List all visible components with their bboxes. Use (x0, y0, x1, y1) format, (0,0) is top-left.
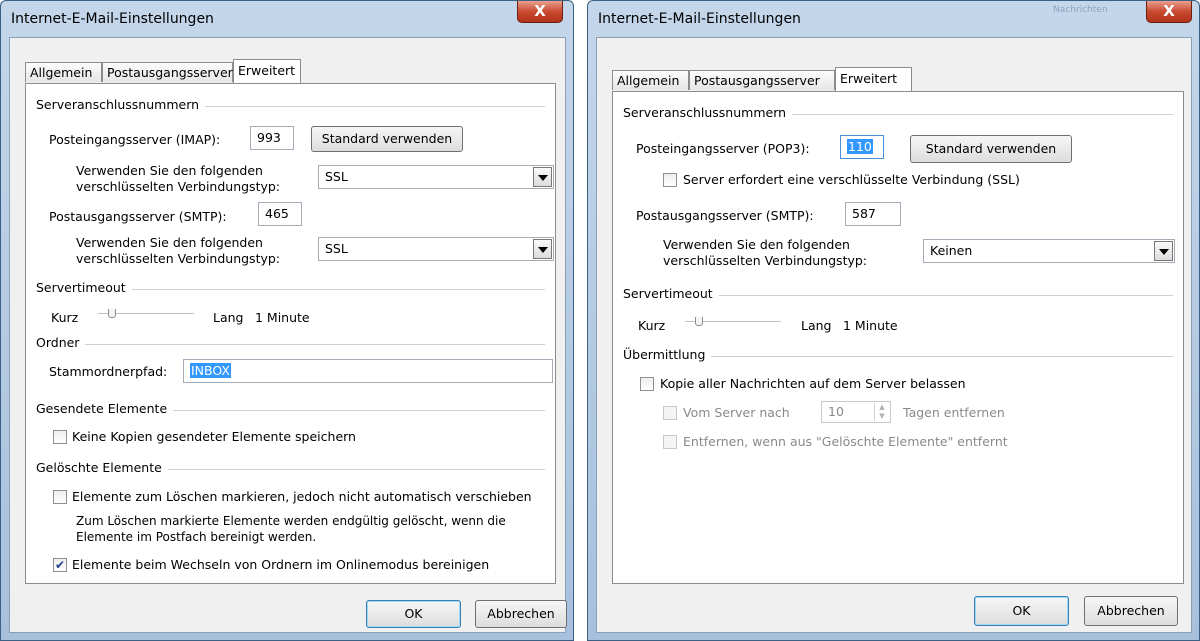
right-timeout-group: Servertimeout (623, 286, 1173, 302)
right-remove-deleted-label: Entfernen, wenn aus "Gelöschte Elemente"… (683, 434, 1008, 449)
left-folder-group: Ordner (36, 335, 545, 351)
right-timeout-long: Lang (801, 318, 832, 333)
right-outgoing-label: Postausgangsserver (SMTP): (636, 208, 814, 223)
left-root-path-input[interactable]: INBOX (183, 359, 553, 383)
left-root-path-value: INBOX (190, 363, 231, 378)
left-outgoing-enc-label-2: verschlüsselten Verbindungstyp: (76, 251, 281, 266)
right-incoming-port-value: 110 (847, 139, 873, 154)
right-tab-erweitert[interactable]: Erweitert (835, 67, 912, 91)
left-incoming-enc-label-1: Verwenden Sie den folgenden (76, 163, 263, 178)
right-days-value: 10 (828, 404, 844, 419)
left-ok-button[interactable]: OK (366, 600, 461, 628)
left-incoming-enc-value: SSL (325, 169, 348, 184)
right-incoming-port-input[interactable]: 110 (840, 135, 884, 159)
right-keep-copy-label[interactable]: Kopie aller Nachrichten auf dem Server b… (660, 376, 966, 391)
left-title: Internet-E-Mail-Einstellungen (11, 11, 214, 27)
right-panel: Serveranschlussnummern Posteingangsserve… (612, 91, 1184, 584)
right-dialog: Internet-E-Mail-Einstellungen Nachrichte… (587, 0, 1200, 641)
left-tab-postausgangsserver[interactable]: Postausgangsserver (102, 62, 233, 82)
right-ssl-checkbox[interactable] (663, 173, 677, 187)
left-slider-thumb[interactable] (108, 309, 116, 318)
right-outgoing-enc-select[interactable]: Keinen (923, 239, 1175, 263)
left-outgoing-enc-select[interactable]: SSL (318, 237, 554, 261)
left-timeout-long: Lang (213, 310, 244, 325)
left-incoming-enc-select[interactable]: SSL (318, 165, 554, 189)
right-ok-button[interactable]: OK (974, 596, 1069, 626)
left-purge-checkbox[interactable]: ✔ (53, 558, 67, 572)
chevron-down-icon[interactable] (533, 167, 552, 187)
spin-arrows-icon[interactable]: ▲ ▼ (874, 403, 889, 421)
right-enc-label-2: verschlüsselten Verbindungstyp: (663, 253, 868, 268)
left-standard-button[interactable]: Standard verwenden (311, 126, 463, 152)
left-incoming-port-input[interactable]: 993 (250, 126, 294, 150)
left-deleted-group: Gelöschte Elemente (36, 460, 545, 476)
right-timeout-short: Kurz (638, 318, 666, 333)
left-sent-label[interactable]: Keine Kopien gesendeter Elemente speiche… (72, 429, 356, 444)
left-incoming-label: Posteingangsserver (IMAP): (49, 132, 221, 147)
right-remove-deleted-checkbox[interactable] (663, 435, 677, 449)
left-deleted-checkbox[interactable] (53, 490, 67, 504)
right-ssl-label[interactable]: Server erfordert eine verschlüsselte Ver… (683, 172, 1020, 187)
right-tab-postausgangsserver[interactable]: Postausgangsserver (689, 70, 835, 90)
left-client: Allgemein Postausgangsserver Erweitert S… (9, 37, 567, 633)
right-standard-button[interactable]: Standard verwenden (910, 135, 1072, 163)
left-outgoing-label: Postausgangsserver (SMTP): (49, 209, 227, 224)
right-slider-thumb[interactable] (695, 317, 703, 326)
left-ports-group: Serveranschlussnummern (36, 97, 545, 113)
left-deleted-note-2: Elemente im Postfach bereinigt werden. (76, 530, 317, 544)
left-outgoing-port-input[interactable]: 465 (258, 202, 302, 226)
right-ghost-caption: Nachrichten (1053, 5, 1108, 15)
right-outgoing-enc-value: Keinen (930, 243, 973, 258)
right-timeout-value: 1 Minute (843, 318, 898, 333)
left-dialog: Internet-E-Mail-Einstellungen X Allgemei… (0, 0, 574, 641)
right-enc-label-1: Verwenden Sie den folgenden (663, 237, 850, 252)
right-remove-after-checkbox[interactable] (663, 406, 677, 420)
right-days-spinner[interactable]: 10 ▲ ▼ (821, 401, 891, 423)
right-keep-copy-checkbox[interactable] (640, 377, 654, 391)
right-cancel-button[interactable]: Abbrechen (1084, 596, 1178, 626)
right-close-button[interactable]: X (1146, 1, 1192, 23)
left-tab-allgemein[interactable]: Allgemein (25, 62, 102, 82)
left-timeout-value: 1 Minute (255, 310, 310, 325)
left-outgoing-enc-value: SSL (325, 241, 348, 256)
left-timeout-slider[interactable] (98, 309, 194, 319)
left-purge-label[interactable]: Elemente beim Wechseln von Ordnern im On… (72, 557, 489, 572)
left-timeout-group: Servertimeout (36, 280, 545, 296)
left-sent-checkbox[interactable] (53, 430, 67, 444)
right-titlebar: Internet-E-Mail-Einstellungen Nachrichte… (588, 1, 1199, 37)
right-ports-group: Serveranschlussnummern (623, 105, 1173, 121)
left-close-button[interactable]: X (517, 1, 563, 23)
right-tab-allgemein[interactable]: Allgemein (612, 70, 689, 90)
left-panel: Serveranschlussnummern Posteingangsserve… (25, 83, 556, 584)
left-sent-group: Gesendete Elemente (36, 401, 545, 417)
right-remove-after-label: Vom Server nach (683, 405, 790, 420)
right-remove-after-suffix: Tagen entfernen (903, 405, 1005, 420)
left-timeout-short: Kurz (51, 310, 79, 325)
left-titlebar: Internet-E-Mail-Einstellungen X (1, 1, 573, 37)
chevron-down-icon[interactable] (533, 239, 552, 259)
left-incoming-enc-label-2: verschlüsselten Verbindungstyp: (76, 179, 281, 194)
right-incoming-label: Posteingangsserver (POP3): (636, 141, 810, 156)
right-client: Allgemein Postausgangsserver Erweitert S… (596, 37, 1192, 633)
right-title: Internet-E-Mail-Einstellungen (598, 11, 801, 27)
right-delivery-group: Übermittlung (623, 347, 1173, 363)
left-deleted-note-1: Zum Löschen markierte Elemente werden en… (76, 514, 506, 528)
left-tab-erweitert[interactable]: Erweitert (233, 59, 301, 83)
right-outgoing-port-input[interactable]: 587 (845, 202, 901, 226)
right-timeout-slider[interactable] (685, 317, 781, 327)
chevron-down-icon[interactable] (1154, 241, 1173, 261)
left-deleted-label[interactable]: Elemente zum Löschen markieren, jedoch n… (72, 489, 532, 504)
left-cancel-button[interactable]: Abbrechen (475, 600, 567, 628)
left-root-label: Stammordnerpfad: (49, 364, 168, 379)
left-outgoing-enc-label-1: Verwenden Sie den folgenden (76, 235, 263, 250)
